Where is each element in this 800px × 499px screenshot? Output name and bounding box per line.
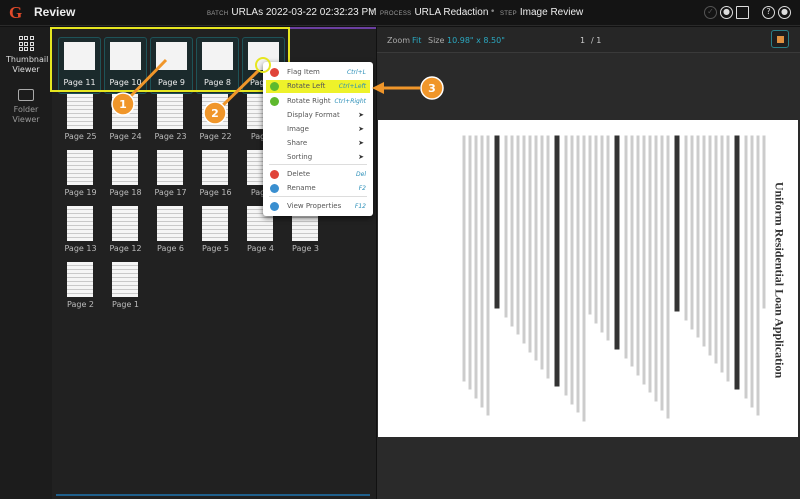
callout-1: 1 [111,92,135,116]
callout-2: 2 [203,101,227,125]
callout-arrow-2 [216,69,260,112]
svg-text:1: 1 [119,98,127,111]
svg-text:2: 2 [211,107,219,120]
callout-3: 3 [420,76,444,100]
click-indicator [255,57,271,73]
callout-arrow-1 [124,58,168,103]
callout-overlay: 1 2 3 [111,57,444,125]
svg-text:3: 3 [428,82,436,95]
